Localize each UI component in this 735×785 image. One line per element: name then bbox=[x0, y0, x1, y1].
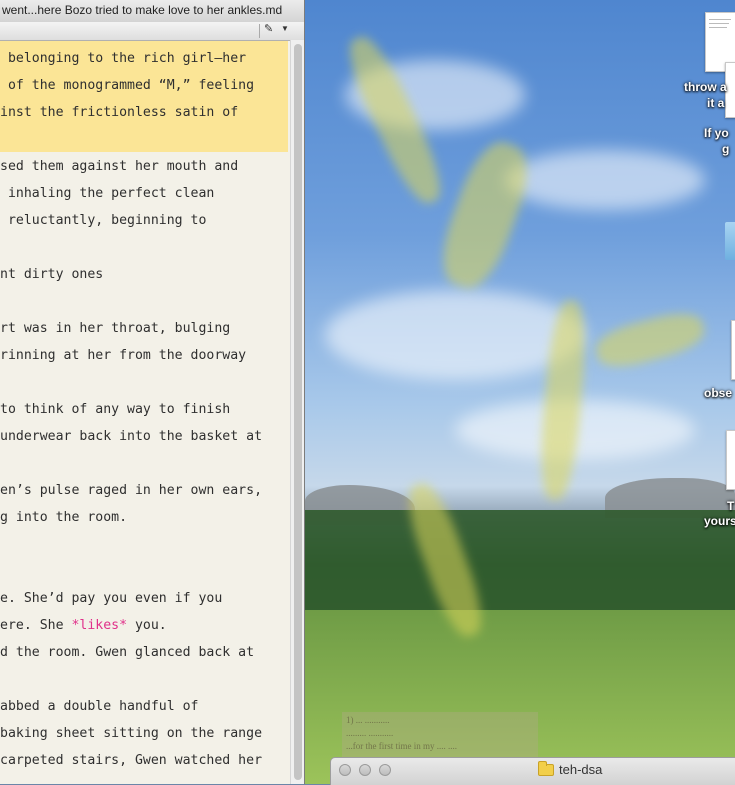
text-line: en’s pulse raged in her own ears, bbox=[0, 483, 263, 498]
desktop-icon-label[interactable]: it a bbox=[707, 96, 724, 110]
ghost-preview: 1) ... ........... ......... ...........… bbox=[342, 712, 538, 758]
cloud bbox=[505, 150, 705, 210]
grass-blade bbox=[591, 306, 709, 374]
emphasis-text: *likes* bbox=[71, 618, 128, 633]
zoom-button[interactable] bbox=[379, 764, 391, 776]
window-title: went...here Bozo tried to make love to h… bbox=[2, 3, 283, 17]
pen-icon[interactable]: ✎ bbox=[264, 22, 273, 35]
desktop-icon-label[interactable]: obse bbox=[704, 386, 732, 400]
editor-titlebar[interactable]: went...here Bozo tried to make love to h… bbox=[0, 0, 304, 23]
desktop-icon-label[interactable]: throw a bbox=[684, 80, 727, 94]
scrollbar-thumb[interactable] bbox=[294, 44, 302, 780]
text-line: baking sheet sitting on the range bbox=[0, 726, 263, 741]
text-line: nt dirty ones bbox=[0, 267, 104, 282]
text-line-decor bbox=[709, 27, 727, 28]
document-icon[interactable] bbox=[726, 430, 735, 490]
document-icon[interactable] bbox=[731, 320, 735, 380]
text-line: underwear back into the basket at bbox=[0, 429, 263, 444]
text-line: d the room. Gwen glanced back at bbox=[0, 645, 255, 660]
text-line: inst the frictionless satin of bbox=[0, 105, 239, 120]
toolbar-divider bbox=[259, 24, 260, 38]
text-line: to think of any way to finish bbox=[0, 402, 231, 417]
editor-window: went...here Bozo tried to make love to h… bbox=[0, 0, 305, 784]
vertical-scrollbar[interactable] bbox=[290, 40, 304, 784]
desktop-background: throw a it a If yo g obse T yours bbox=[305, 0, 735, 784]
text-line: ere. She *likes* you. bbox=[0, 612, 167, 639]
finder-window: teh-dsa bbox=[330, 757, 735, 785]
desktop-icon-label[interactable]: yours bbox=[704, 514, 735, 528]
text-line: inhaling the perfect clean bbox=[0, 186, 215, 201]
text-line: reluctantly, beginning to bbox=[0, 213, 207, 228]
text-line: rinning at her from the doorway bbox=[0, 348, 247, 363]
forest bbox=[305, 510, 735, 620]
text-line-decor bbox=[709, 23, 729, 24]
minimize-button[interactable] bbox=[359, 764, 371, 776]
text-line: rt was in her throat, bulging bbox=[0, 321, 231, 336]
text-line: sed them against her mouth and bbox=[0, 159, 239, 174]
text-line: belonging to the rich girl—her bbox=[0, 51, 247, 66]
desktop-icon-label[interactable]: g bbox=[722, 142, 729, 156]
ghost-text-line: ......... ........... bbox=[346, 728, 394, 738]
text-segment: you. bbox=[127, 618, 167, 633]
desktop-icon-label[interactable]: If yo bbox=[704, 126, 729, 140]
editor-toolbar: ✎ ▼ bbox=[0, 22, 304, 41]
text-segment: ere. She bbox=[0, 618, 72, 633]
text-line: carpeted stairs, Gwen watched her bbox=[0, 753, 263, 768]
cloud bbox=[325, 290, 585, 380]
text-line: e. She’d pay you even if you bbox=[0, 591, 223, 606]
ghost-text-line: ...for the first time in my .... .... bbox=[346, 741, 457, 751]
folder-icon bbox=[538, 761, 554, 776]
text-line: abbed a double handful of bbox=[0, 699, 199, 714]
desktop-icon-label[interactable]: T bbox=[727, 499, 734, 513]
folder-icon[interactable] bbox=[725, 222, 735, 260]
ghost-text-line: 1) ... ........... bbox=[346, 715, 390, 725]
finder-folder-name: teh-dsa bbox=[559, 762, 603, 777]
chevron-down-icon[interactable]: ▼ bbox=[281, 24, 289, 33]
text-line: of the monogrammed “M,” feeling bbox=[0, 78, 255, 93]
text-line: g into the room. bbox=[0, 510, 128, 525]
grass-blade bbox=[431, 134, 539, 296]
text-line-decor bbox=[709, 19, 731, 20]
editor-text-area[interactable]: belonging to the rich girl—her of the mo… bbox=[0, 40, 290, 784]
close-button[interactable] bbox=[339, 764, 351, 776]
